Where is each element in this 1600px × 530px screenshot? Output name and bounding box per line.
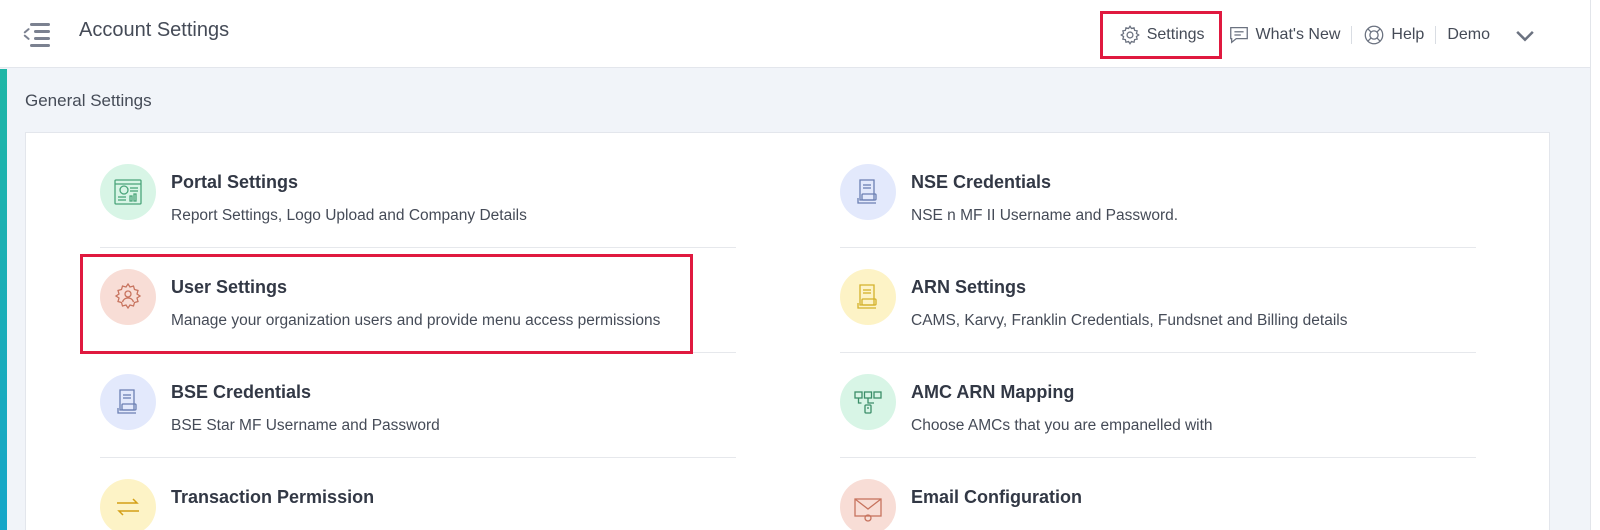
email-configuration-title: Email Configuration bbox=[911, 487, 1082, 507]
nse-credentials-icon-circle bbox=[840, 164, 896, 220]
transfer-arrows-icon bbox=[117, 498, 139, 516]
menu-toggle-icon[interactable] bbox=[23, 20, 50, 48]
amc-arn-mapping-title: AMC ARN Mapping bbox=[911, 382, 1075, 402]
scrollbar[interactable] bbox=[1590, 0, 1600, 530]
envelope-gear-icon bbox=[854, 498, 882, 522]
mapping-icon bbox=[854, 391, 882, 414]
portal-settings-desc: Report Settings, Logo Upload and Company… bbox=[171, 207, 527, 224]
settings-label: Settings bbox=[1146, 26, 1205, 43]
chat-icon bbox=[1229, 27, 1248, 44]
user-settings-highlight-box bbox=[80, 254, 693, 354]
nse-credentials-title: NSE Credentials bbox=[911, 172, 1052, 192]
arn-settings-desc: CAMS, Karvy, Franklin Credentials, Funds… bbox=[911, 312, 1348, 329]
nav-divider bbox=[1435, 26, 1437, 44]
email-configuration-item[interactable]: Email Configuration bbox=[840, 448, 1476, 530]
top-nav: Settings What's New Help Demo bbox=[1099, 11, 1536, 59]
help-label: Help bbox=[1391, 26, 1425, 43]
email-configuration-icon-circle bbox=[840, 479, 896, 530]
portal-settings-icon-circle bbox=[100, 164, 156, 220]
amc-arn-mapping-icon-circle bbox=[840, 374, 896, 430]
transaction-permission-title: Transaction Permission bbox=[171, 487, 375, 507]
arn-settings-icon-circle bbox=[840, 269, 896, 325]
whats-new-label: What's New bbox=[1255, 26, 1341, 43]
amc-arn-mapping-desc: Choose AMCs that you are empanelled with bbox=[911, 417, 1213, 434]
help-link[interactable]: Help bbox=[1363, 11, 1424, 59]
top-bar: Account Settings Settings What's New Hel… bbox=[0, 0, 1590, 68]
document-nse-icon bbox=[857, 179, 877, 204]
transaction-permission-icon-circle bbox=[100, 479, 156, 530]
arn-settings-item[interactable]: ARN Settings CAMS, Karvy, Franklin Crede… bbox=[840, 238, 1476, 353]
whats-new-link[interactable]: What's New bbox=[1228, 11, 1341, 59]
bse-credentials-desc: BSE Star MF Username and Password bbox=[171, 417, 440, 434]
bse-credentials-title: BSE Credentials bbox=[171, 382, 312, 402]
sidebar-accent-strip bbox=[0, 69, 7, 530]
document-arn-icon bbox=[857, 284, 877, 309]
section-title: General Settings bbox=[25, 91, 152, 110]
bse-credentials-item[interactable]: BSE Credentials BSE Star MF Username and… bbox=[100, 343, 736, 458]
amc-arn-mapping-item[interactable]: AMC ARN Mapping Choose AMCs that you are… bbox=[840, 343, 1476, 458]
user-name: Demo bbox=[1447, 26, 1490, 43]
nse-credentials-item[interactable]: NSE Credentials NSE n MF II Username and… bbox=[840, 133, 1476, 248]
user-menu[interactable]: Demo bbox=[1447, 11, 1536, 59]
page-title: Account Settings bbox=[79, 19, 230, 41]
nse-credentials-desc: NSE n MF II Username and Password. bbox=[911, 207, 1179, 224]
settings-button[interactable]: Settings bbox=[1099, 11, 1222, 59]
portal-settings-item[interactable]: Portal Settings Report Settings, Logo Up… bbox=[100, 133, 736, 248]
dashboard-icon bbox=[114, 179, 142, 205]
nav-divider bbox=[1351, 26, 1353, 44]
portal-settings-title: Portal Settings bbox=[171, 172, 299, 192]
document-bse-icon bbox=[117, 389, 137, 414]
transaction-permission-item[interactable]: Transaction Permission bbox=[100, 448, 736, 530]
gear-icon bbox=[1119, 25, 1140, 45]
chevron-down-icon bbox=[1516, 30, 1534, 42]
lifebuoy-icon bbox=[1365, 25, 1384, 45]
bse-credentials-icon-circle bbox=[100, 374, 156, 430]
arn-settings-title: ARN Settings bbox=[911, 277, 1027, 297]
